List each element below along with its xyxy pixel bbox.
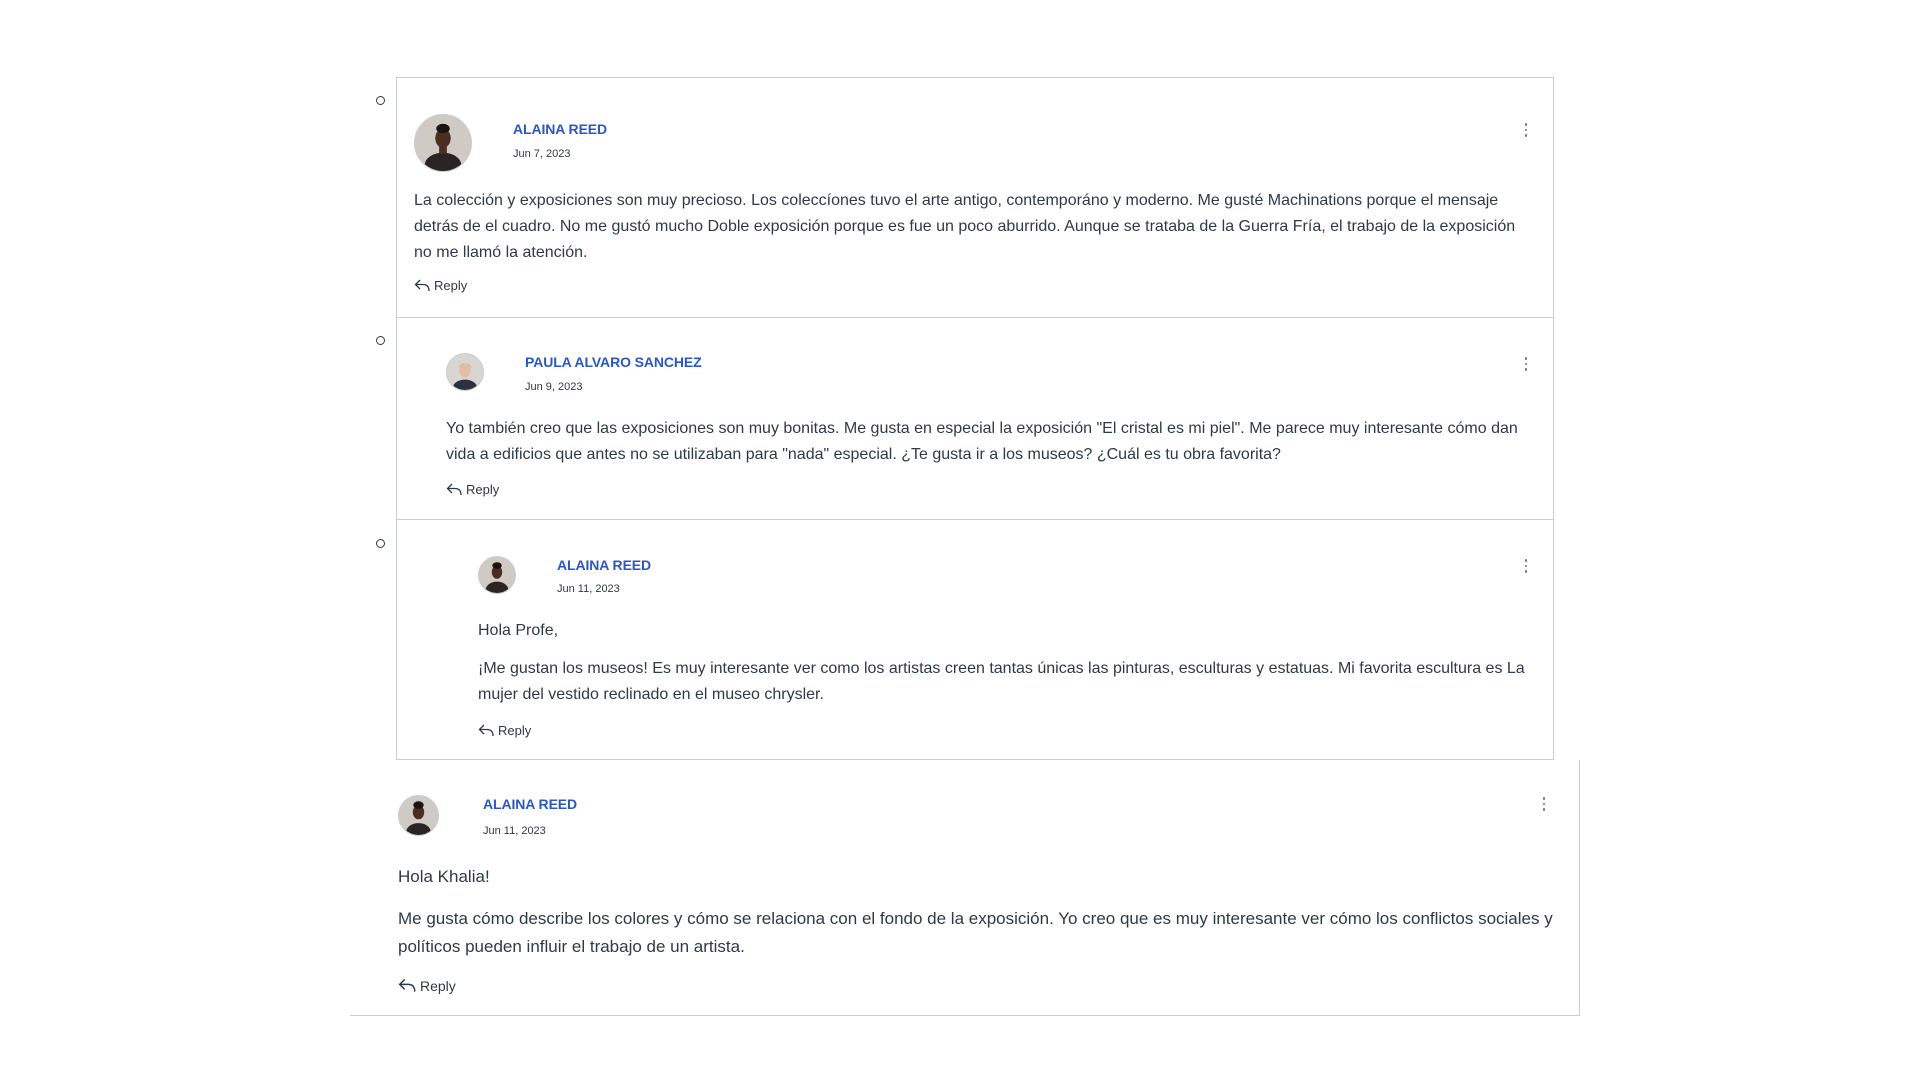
post-date: Jun 11, 2023	[483, 825, 546, 837]
kebab-vertical-icon[interactable]	[1516, 554, 1536, 578]
avatar[interactable]	[414, 114, 472, 172]
reply-label: Reply	[498, 723, 532, 738]
comment-body: Hola Khalia! Me gusta cómo describe los …	[398, 863, 1570, 961]
list-bullet	[376, 539, 385, 548]
comment-entry: PAULA ALVARO SANCHEZ Jun 9, 2023 Yo tamb…	[396, 317, 1554, 520]
post-date: Jun 9, 2023	[525, 381, 583, 393]
author-name[interactable]: ALAINA REED	[483, 796, 577, 812]
avatar-photo-icon	[447, 354, 483, 390]
author-name[interactable]: ALAINA REED	[557, 557, 651, 573]
avatar[interactable]	[478, 556, 516, 594]
comment-body: Hola Profe, ¡Me gustan los museos! Es mu…	[478, 618, 1528, 708]
comment-body: Yo también creo que las exposiciones son…	[446, 416, 1531, 468]
post-date: Jun 11, 2023	[557, 583, 620, 595]
reply-label: Reply	[434, 278, 468, 293]
reply-arrow-icon	[398, 978, 416, 992]
reply-button[interactable]: Reply	[414, 278, 467, 293]
avatar-photo-icon	[399, 796, 438, 835]
comment-paragraph: Hola Profe,	[478, 622, 559, 639]
avatar-photo-icon	[479, 557, 515, 593]
comment-paragraph: Hola Khalia!	[398, 867, 490, 886]
comment-paragraph: ¡Me gustan los museos! Es muy interesant…	[478, 660, 1525, 703]
reply-button[interactable]: Reply	[398, 977, 456, 994]
author-name[interactable]: PAULA ALVARO SANCHEZ	[525, 354, 702, 370]
comment-entry: ALAINA REED Jun 11, 2023 Hola Profe, ¡Me…	[396, 519, 1554, 760]
reply-button[interactable]: Reply	[446, 482, 499, 497]
comment-paragraph: La colección y exposiciones son muy prec…	[414, 192, 1516, 261]
reply-label: Reply	[466, 482, 500, 497]
reply-arrow-icon	[446, 483, 462, 496]
kebab-vertical-icon[interactable]	[1534, 792, 1554, 816]
list-bullet	[376, 336, 385, 345]
avatar-photo-icon	[415, 115, 471, 171]
list-bullet	[376, 96, 385, 105]
reply-label: Reply	[420, 978, 456, 994]
post-date: Jun 7, 2023	[513, 148, 571, 160]
reply-arrow-icon	[414, 279, 430, 292]
kebab-vertical-icon[interactable]	[1516, 352, 1536, 376]
comment-paragraph: Yo también creo que las exposiciones son…	[446, 420, 1518, 463]
comment-entry: ALAINA REED Jun 7, 2023 La colección y e…	[396, 77, 1554, 318]
reply-arrow-icon	[478, 724, 494, 737]
avatar[interactable]	[446, 353, 484, 391]
kebab-vertical-icon[interactable]	[1516, 118, 1536, 142]
comment-entry: ALAINA REED Jun 11, 2023 Hola Khalia! Me…	[350, 760, 1580, 1016]
avatar[interactable]	[398, 795, 439, 836]
author-name[interactable]: ALAINA REED	[513, 121, 607, 137]
comment-body: La colección y exposiciones son muy prec…	[414, 188, 1529, 266]
reply-button[interactable]: Reply	[478, 723, 531, 738]
comment-paragraph: Me gusta cómo describe los colores y cóm…	[398, 909, 1553, 956]
